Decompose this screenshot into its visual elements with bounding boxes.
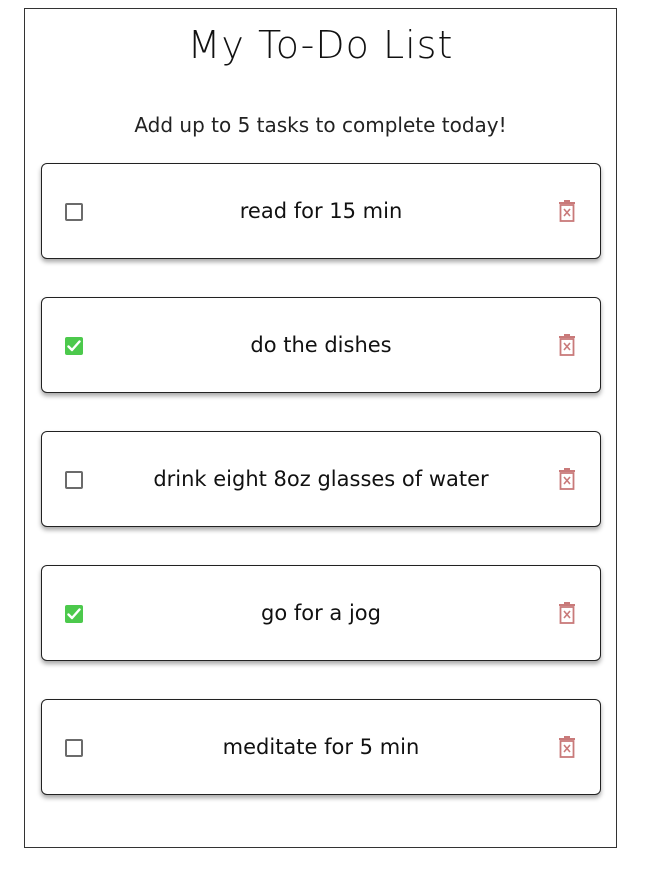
trash-icon[interactable] — [558, 200, 576, 222]
task-list: read for 15 min do the dishes drink eigh… — [41, 163, 601, 833]
trash-icon[interactable] — [558, 602, 576, 624]
task-checkbox[interactable] — [65, 203, 83, 221]
task-text: do the dishes — [250, 333, 392, 357]
task-item: drink eight 8oz glasses of water — [41, 431, 601, 527]
trash-icon[interactable] — [558, 468, 576, 490]
checkmark-icon — [67, 340, 81, 352]
task-checkbox[interactable] — [65, 605, 83, 623]
trash-icon[interactable] — [558, 736, 576, 758]
task-text: go for a jog — [261, 601, 381, 625]
task-checkbox[interactable] — [65, 337, 83, 355]
task-item: meditate for 5 min — [41, 699, 601, 795]
task-item: do the dishes — [41, 297, 601, 393]
todo-app-container: My To-Do List Add up to 5 tasks to compl… — [24, 8, 617, 848]
page-subtitle: Add up to 5 tasks to complete today! — [134, 113, 507, 137]
task-item: read for 15 min — [41, 163, 601, 259]
task-text: read for 15 min — [239, 199, 403, 223]
task-item: go for a jog — [41, 565, 601, 661]
trash-icon[interactable] — [558, 334, 576, 356]
task-checkbox[interactable] — [65, 471, 83, 489]
task-text: meditate for 5 min — [222, 735, 420, 759]
checkmark-icon — [67, 608, 81, 620]
task-text: drink eight 8oz glasses of water — [153, 467, 489, 491]
page-title: My To-Do List — [187, 23, 454, 67]
task-checkbox[interactable] — [65, 739, 83, 757]
